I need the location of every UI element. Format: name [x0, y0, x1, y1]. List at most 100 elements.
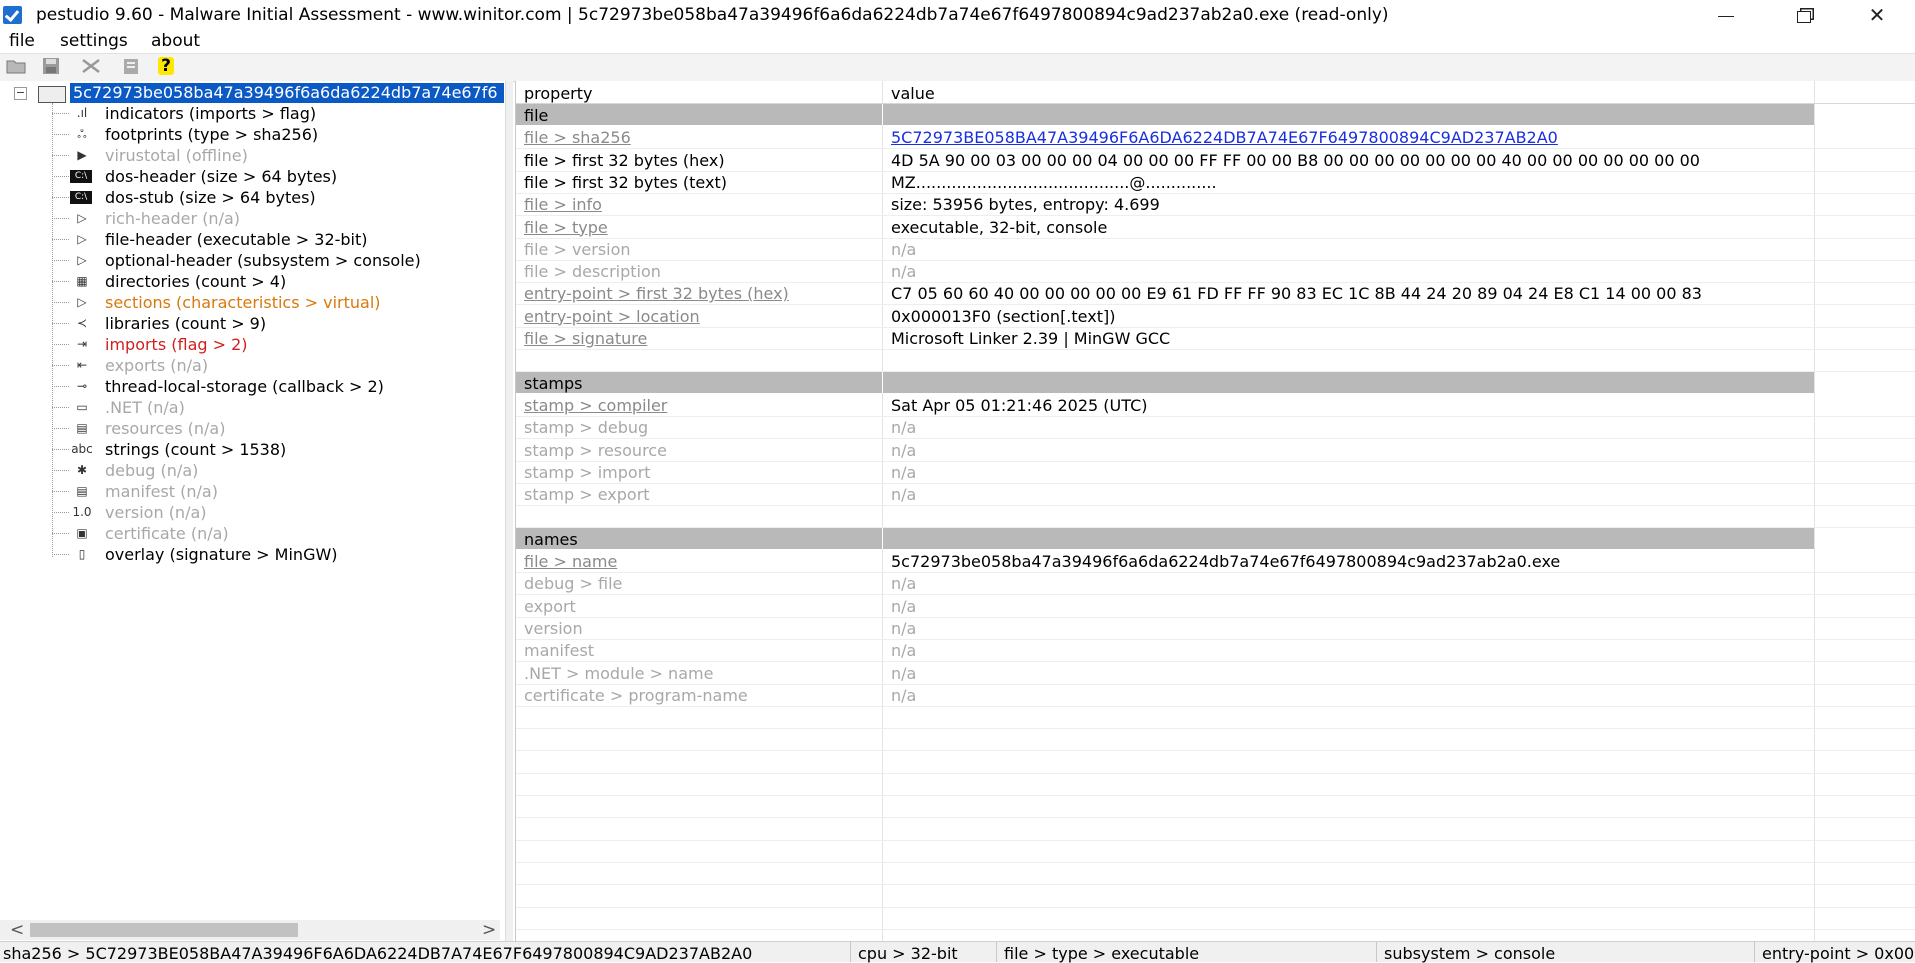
scrollbar-thumb[interactable] — [30, 923, 298, 937]
property-cell[interactable]: file > signature — [524, 329, 647, 348]
table-row[interactable]: file > name 5c72973be058ba47a39496f6a6da6… — [516, 550, 1915, 573]
tree-item-label: resources (n/a) — [105, 419, 226, 438]
scroll-right-arrow[interactable]: > — [482, 920, 496, 940]
property-cell[interactable]: file > type — [524, 218, 608, 237]
status-separator — [996, 942, 997, 962]
menu-file[interactable]: file — [9, 31, 35, 51]
property-cell[interactable]: entry-point > location — [524, 307, 700, 326]
minimize-button[interactable] — [1687, 0, 1765, 30]
value-cell[interactable]: 5C72973BE058BA47A39496F6A6DA6224DB7A74E6… — [891, 128, 1558, 147]
tree-item-label: manifest (n/a) — [105, 482, 218, 501]
tree-item-label: libraries (count > 9) — [105, 314, 267, 333]
scroll-left-arrow[interactable]: < — [10, 920, 24, 940]
table-row[interactable]: stamp > import n/a — [516, 461, 1915, 484]
version-icon: 1.0 — [72, 505, 92, 519]
property-cell: version — [524, 618, 583, 638]
property-cell[interactable]: entry-point > first 32 bytes (hex) — [524, 284, 789, 303]
value-cell: 4D 5A 90 00 03 00 00 00 04 00 00 00 FF F… — [891, 150, 1700, 170]
value-cell: n/a — [891, 440, 917, 460]
menu-about[interactable]: about — [151, 31, 200, 51]
table-row[interactable]: stamp > resource n/a — [516, 439, 1915, 462]
tree-connector — [52, 407, 69, 408]
table-row[interactable]: entry-point > location 0x000013F0 (sectio… — [516, 305, 1915, 328]
tree-item-label: overlay (signature > MinGW) — [105, 545, 338, 564]
value-cell: n/a — [891, 239, 917, 259]
tree-connector — [52, 470, 69, 471]
spacer-row — [516, 349, 1915, 373]
open-folder-icon[interactable] — [4, 57, 30, 77]
table-row[interactable]: version n/a — [516, 617, 1915, 640]
table-row[interactable]: file > first 32 bytes (text) MZ..........… — [516, 171, 1915, 194]
status-separator — [850, 942, 851, 962]
tree-item-label: footprints (type > sha256) — [105, 125, 319, 144]
table-row[interactable]: file > description n/a — [516, 260, 1915, 284]
arrow-icon: ▷ — [77, 295, 87, 309]
close-icon[interactable] — [78, 57, 104, 77]
menu-settings[interactable]: settings — [60, 31, 128, 51]
tree-item-label: dos-stub (size > 64 bytes) — [105, 188, 316, 207]
panel-splitter[interactable] — [505, 81, 513, 941]
minimize-icon — [1718, 16, 1734, 17]
property-cell: certificate > program-name — [524, 685, 748, 705]
table-row[interactable]: file > signature Microsoft Linker 2.39 | … — [516, 327, 1915, 350]
table-row[interactable]: manifest n/a — [516, 639, 1915, 663]
column-header-value[interactable]: value — [891, 84, 935, 103]
tree-connector — [52, 197, 69, 198]
table-row[interactable]: export n/a — [516, 595, 1915, 618]
resources-icon: ▤ — [76, 421, 88, 435]
tree-item-label: optional-header (subsystem > console) — [105, 251, 421, 270]
tree-connector — [52, 491, 69, 492]
tree-connector — [52, 113, 69, 114]
tree-connector — [52, 554, 69, 555]
property-cell[interactable]: stamp > compiler — [524, 396, 667, 415]
table-row[interactable]: file > type executable, 32-bit, console — [516, 216, 1915, 239]
collapse-toggle[interactable]: − — [14, 87, 27, 100]
tree-connector — [52, 323, 69, 324]
title-bar: pestudio 9.60 - Malware Initial Assessme… — [0, 0, 1915, 30]
value-cell: n/a — [891, 618, 917, 638]
empty-row — [516, 773, 1915, 796]
table-row[interactable]: certificate > program-name n/a — [516, 684, 1915, 707]
property-cell[interactable]: file > info — [524, 195, 602, 214]
tree-connector — [52, 155, 69, 156]
column-header-property[interactable]: property — [524, 84, 593, 103]
property-cell: file > first 32 bytes (text) — [524, 172, 727, 192]
save-icon[interactable] — [38, 57, 64, 77]
section-divider — [882, 371, 883, 393]
property-cell: .NET > module > name — [524, 663, 714, 683]
table-row[interactable]: entry-point > first 32 bytes (hex) C7 05 … — [516, 282, 1915, 306]
status-subsystem: subsystem > console — [1384, 944, 1556, 963]
table-row[interactable]: debug > file n/a — [516, 572, 1915, 596]
table-row[interactable]: stamp > export n/a — [516, 483, 1915, 507]
tree-item-label: imports (flag > 2) — [105, 335, 248, 354]
tree-connector — [52, 239, 69, 240]
table-row[interactable]: file > sha256 5C72973BE058BA47A39496F6A6D… — [516, 126, 1915, 150]
tree-root-file[interactable]: 5c72973be058ba47a39496f6a6da6224db7a74e6… — [70, 83, 504, 103]
table-row[interactable]: file > first 32 bytes (hex) 4D 5A 90 00 0… — [516, 149, 1915, 172]
tree-guide-line — [52, 103, 53, 557]
table-row[interactable]: .NET > module > name n/a — [516, 662, 1915, 685]
table-row[interactable]: file > version n/a — [516, 238, 1915, 261]
close-window-button[interactable]: ✕ — [1838, 0, 1915, 30]
clipboard-icon[interactable] — [118, 57, 144, 77]
tree-connector — [52, 134, 69, 135]
table-row[interactable]: file > info size: 53956 bytes, entropy: 4… — [516, 193, 1915, 217]
tree-item-label: directories (count > 4) — [105, 272, 287, 291]
arrow-icon: ▷ — [77, 253, 87, 267]
export-icon: ⇤ — [76, 358, 88, 372]
value-cell: Microsoft Linker 2.39 | MinGW GCC — [891, 329, 1171, 348]
table-header: property value — [516, 81, 1915, 104]
section-title: file — [524, 106, 549, 125]
property-cell[interactable]: file > name — [524, 552, 617, 571]
property-cell[interactable]: file > sha256 — [524, 128, 631, 147]
grid-icon: ▦ — [76, 274, 88, 288]
table-row[interactable]: stamp > debug n/a — [516, 416, 1915, 440]
empty-row — [516, 818, 1915, 841]
table-row[interactable]: stamp > compiler Sat Apr 05 01:21:46 2025… — [516, 394, 1915, 417]
property-cell: file > first 32 bytes (hex) — [524, 150, 725, 170]
value-cell: Sat Apr 05 01:21:46 2025 (UTC) — [891, 395, 1148, 415]
maximize-button[interactable] — [1765, 0, 1843, 30]
tree-connector — [52, 302, 69, 303]
tree-horizontal-scrollbar[interactable]: < > — [0, 920, 500, 940]
help-icon[interactable]: ? — [158, 57, 174, 75]
